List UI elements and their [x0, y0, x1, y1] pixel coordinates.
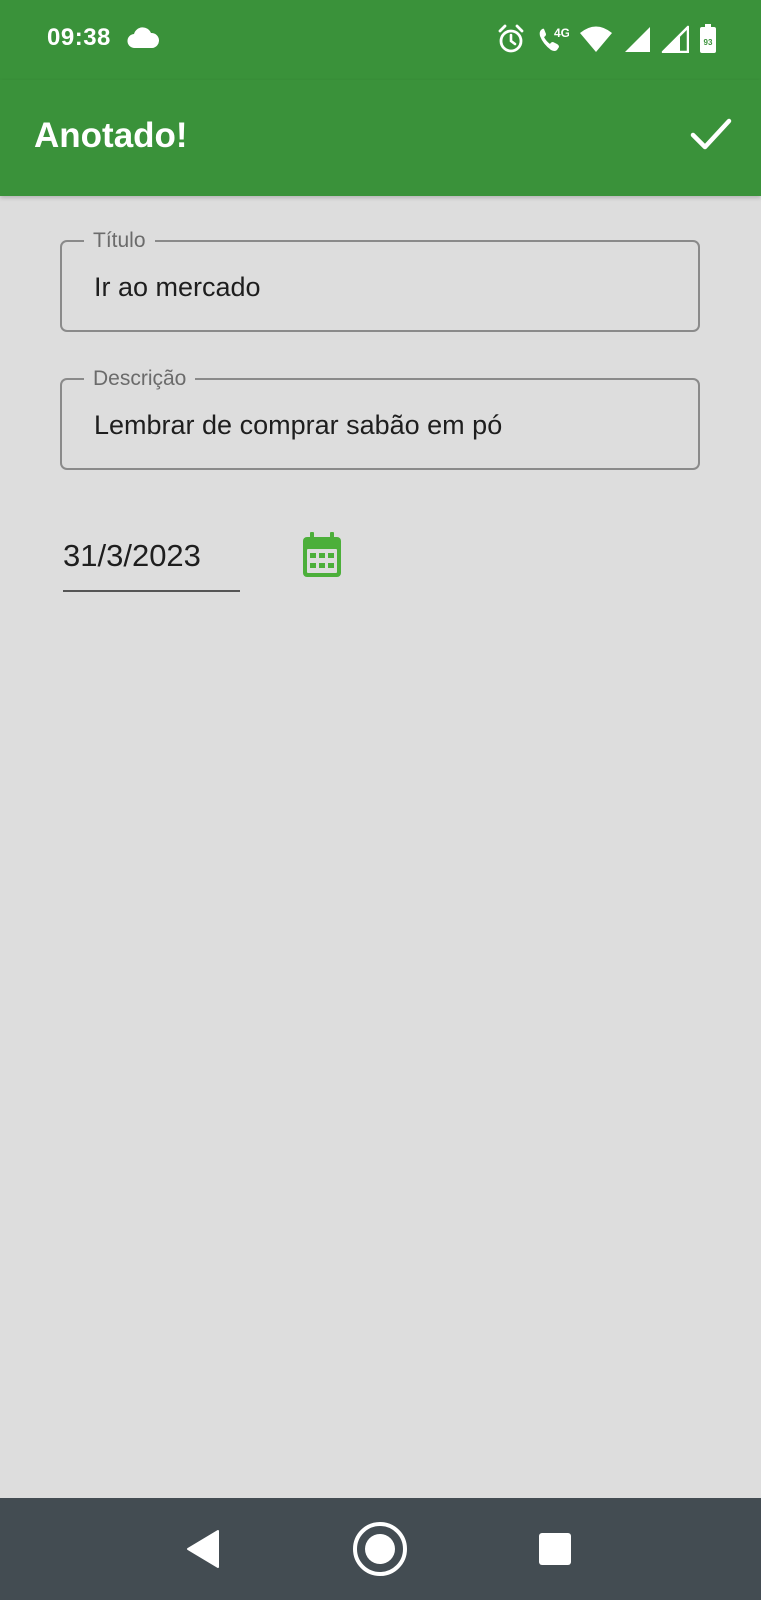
description-field-label: Descrição [84, 366, 196, 392]
wifi-icon [580, 26, 612, 52]
signal-icon [625, 27, 650, 52]
battery-level: 93 [704, 38, 713, 47]
navigation-bar [0, 1498, 761, 1600]
wifi-call-icon: 4G [539, 26, 569, 51]
status-icons: 4G 93 [497, 22, 717, 56]
date-value[interactable]: 31/3/2023 [63, 538, 201, 574]
description-field[interactable]: Descrição Lembrar de comprar sabão em pó [60, 366, 700, 470]
status-bar: 09:38 4G 93 [0, 0, 761, 80]
alarm-icon [498, 24, 524, 53]
status-time: 09:38 [47, 24, 111, 51]
check-icon [690, 118, 732, 150]
date-field[interactable]: 31/3/2023 [63, 534, 240, 592]
back-icon [187, 1530, 219, 1568]
recents-icon [539, 1533, 571, 1565]
network-label: 4G [554, 26, 569, 40]
home-icon [353, 1522, 407, 1576]
title-field[interactable]: Título Ir ao mercado [60, 228, 700, 332]
calendar-button[interactable] [302, 532, 342, 580]
app-bar: Anotado! [0, 80, 761, 196]
signal-icon [661, 25, 689, 53]
page-title: Anotado! [34, 116, 188, 155]
home-button[interactable] [352, 1521, 408, 1577]
title-field-value[interactable]: Ir ao mercado [94, 272, 261, 303]
title-field-label: Título [84, 228, 155, 254]
description-field-value[interactable]: Lembrar de comprar sabão em pó [94, 410, 502, 441]
calendar-icon [303, 532, 341, 577]
recents-button[interactable] [527, 1521, 583, 1577]
cloud-icon [127, 27, 159, 49]
battery-icon: 93 [700, 24, 716, 53]
confirm-button[interactable] [683, 106, 739, 162]
back-button[interactable] [175, 1521, 231, 1577]
